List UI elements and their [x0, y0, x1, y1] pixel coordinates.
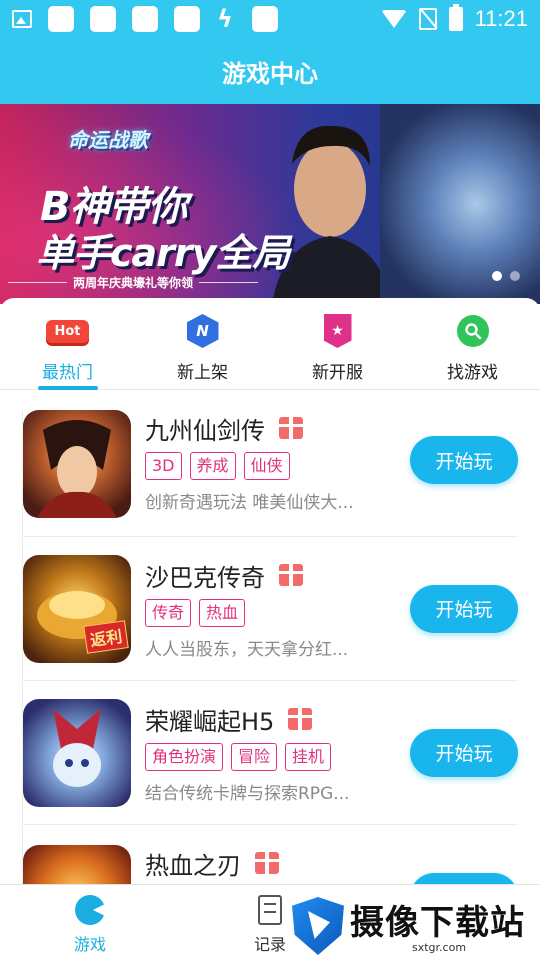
tab-label: 最热门	[42, 363, 93, 383]
watermark-url: sxtgr.com	[412, 941, 467, 954]
hot-icon: Hot	[46, 319, 89, 343]
banner-slogan-line2: 单手carry全局	[36, 231, 290, 275]
game-tag: 冒险	[231, 743, 278, 771]
game-item[interactable]: 荣耀崛起H5 角色扮演 冒险 挂机 结合传统卡牌与探索RPG... 开始玩	[22, 681, 518, 825]
nav-label: 记录	[253, 935, 286, 954]
game-name: 热血之刃	[145, 851, 241, 880]
game-tag: 传奇	[145, 599, 192, 627]
search-icon	[456, 315, 489, 347]
carousel-dot[interactable]	[492, 271, 502, 281]
tab-hottest[interactable]: Hot 最热门	[0, 298, 135, 389]
game-thumbnail[interactable]: 返利	[23, 554, 131, 663]
app-notification-icon	[252, 6, 278, 32]
tab-label: 新开服	[312, 363, 363, 383]
gift-icon[interactable]	[288, 708, 313, 730]
game-name: 荣耀崛起H5	[145, 707, 275, 736]
flash-icon: ϟ	[217, 5, 233, 33]
app-notification-icon	[132, 6, 158, 32]
battery-icon	[448, 4, 463, 31]
carousel-dot[interactable]	[510, 271, 520, 281]
image-notification-icon	[12, 10, 32, 28]
game-item[interactable]: 返利 沙巴克传奇 传奇 热血 人人当股东，天天拿分红... 开始玩	[22, 537, 518, 681]
notification-icons: ϟ	[12, 5, 278, 33]
app-notification-icon	[48, 6, 74, 32]
play-button[interactable]: 开始玩	[410, 436, 518, 484]
app-notification-icon	[90, 6, 116, 32]
game-description: 人人当股东，天天拿分红...	[145, 640, 349, 660]
banner-subline-text: 两周年庆典壕礼等你领	[73, 276, 194, 290]
game-tag: 挂机	[285, 743, 332, 771]
gift-icon[interactable]	[255, 852, 279, 874]
divider	[8, 282, 67, 283]
banner-logo: 命运战歌	[68, 128, 148, 152]
game-item[interactable]: 热血之刃 开始玩	[22, 825, 518, 888]
game-item[interactable]: 九州仙剑传 3D 养成 仙侠 创新奇遇玩法 唯美仙侠大... 开始玩	[22, 410, 518, 537]
game-name: 九州仙剑传	[145, 416, 265, 445]
watermark-text: 摄像下载站	[350, 903, 525, 943]
gift-icon[interactable]	[279, 417, 303, 439]
shield-logo-icon	[292, 897, 344, 955]
watermark: 摄像下载站 sxtgr.com	[292, 895, 532, 957]
new-icon: N	[186, 314, 219, 348]
no-sim-icon	[418, 8, 437, 30]
page-title: 游戏中心	[222, 59, 318, 88]
star-badge-icon: ★	[323, 314, 352, 348]
nav-games[interactable]: 游戏	[50, 895, 130, 955]
game-tag: 热血	[199, 599, 246, 627]
tab-label: 新上架	[177, 363, 228, 383]
game-tag: 角色扮演	[145, 743, 224, 771]
game-name: 沙巴克传奇	[145, 563, 265, 592]
tab-new-servers[interactable]: ★ 新开服	[270, 298, 405, 389]
game-art	[37, 420, 117, 518]
category-tabs: Hot 最热门 N 新上架 ★ 新开服 找游戏	[0, 298, 540, 390]
game-description: 创新奇遇玩法 唯美仙侠大...	[145, 493, 354, 513]
wifi-icon	[380, 10, 407, 28]
app-header: 游戏中心	[0, 38, 540, 104]
tab-find-games[interactable]: 找游戏	[405, 298, 540, 389]
rebate-badge: 返利	[83, 619, 129, 654]
tab-new-arrivals[interactable]: N 新上架	[135, 298, 270, 389]
nav-label: 游戏	[73, 935, 106, 954]
carousel-indicator[interactable]	[492, 271, 520, 281]
game-thumbnail[interactable]	[23, 698, 131, 807]
game-thumbnail[interactable]	[23, 410, 131, 518]
tab-label: 找游戏	[447, 363, 498, 383]
content-panel: Hot 最热门 N 新上架 ★ 新开服 找游戏 九州仙剑传 3D 养成 仙侠 创…	[0, 298, 540, 888]
game-list: 九州仙剑传 3D 养成 仙侠 创新奇遇玩法 唯美仙侠大... 开始玩 返利 沙巴…	[0, 410, 540, 888]
banner-subline: 两周年庆典壕礼等你领	[8, 274, 259, 291]
pacman-icon	[75, 895, 107, 925]
app-notification-icon	[174, 6, 200, 32]
play-button[interactable]: 开始玩	[410, 728, 518, 777]
status-time: 11:21	[474, 6, 528, 31]
game-tag: 3D	[145, 452, 182, 480]
game-tag: 养成	[189, 452, 236, 480]
document-icon	[258, 895, 282, 925]
game-thumbnail[interactable]	[23, 845, 131, 888]
game-art	[53, 708, 101, 787]
play-button[interactable]: 开始玩	[410, 584, 518, 633]
promo-banner[interactable]: 命运战歌 B神带你 单手carry全局 两周年庆典壕礼等你领	[0, 104, 540, 304]
game-tag: 仙侠	[243, 452, 290, 480]
status-bar: ϟ 11:21	[0, 0, 540, 38]
game-description: 结合传统卡牌与探索RPG...	[145, 784, 350, 804]
gift-icon[interactable]	[279, 564, 303, 586]
divider	[199, 282, 259, 283]
